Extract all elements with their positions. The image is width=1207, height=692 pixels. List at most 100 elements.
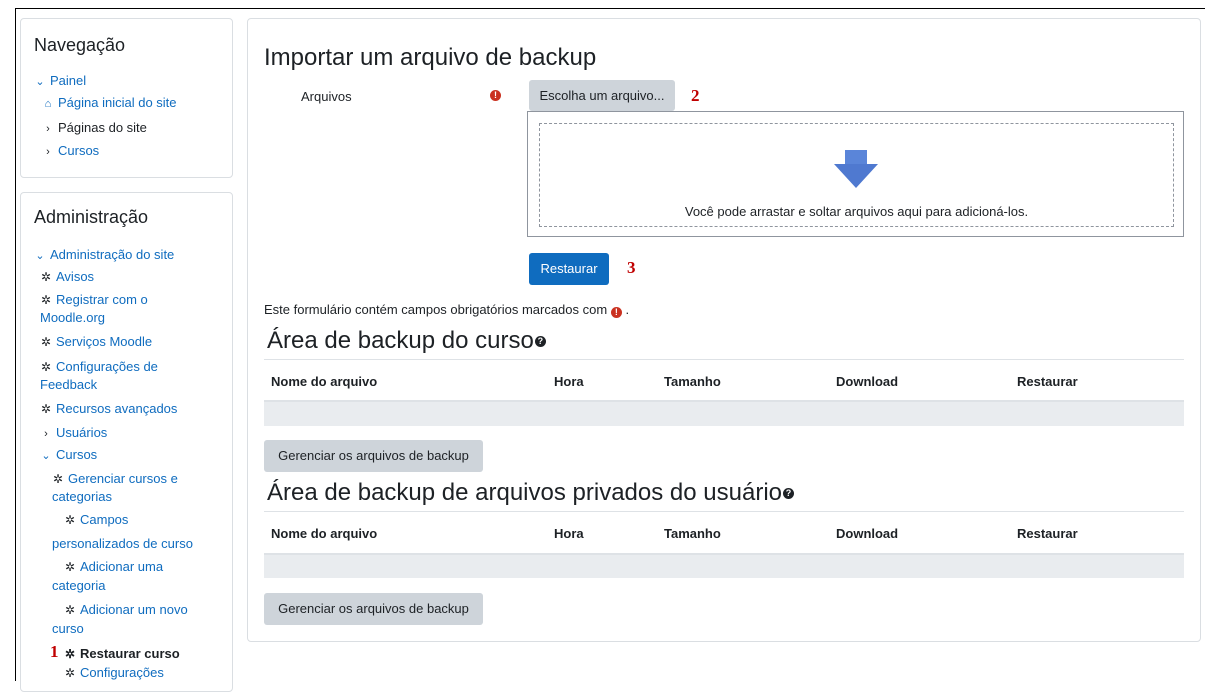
admin-item-label: Registrar com o	[56, 292, 148, 307]
chevron-right-icon: ›	[46, 146, 50, 158]
admin-item-label: Avisos	[56, 269, 95, 284]
admin-item-label: Serviços Moodle	[56, 334, 153, 349]
chevron-down-icon: ⌄	[35, 250, 45, 262]
admin-cursos[interactable]: ⌄ Cursos	[40, 446, 97, 465]
required-icon: !	[610, 307, 622, 318]
admin-item-label: Configurações	[80, 665, 164, 680]
gear-icon: ✲	[64, 666, 76, 680]
column-header-size: Tamanho	[664, 526, 721, 541]
column-header-size: Tamanho	[664, 374, 721, 389]
column-header-restore: Restaurar	[1017, 374, 1078, 389]
admin-item-label: Campos	[80, 512, 129, 527]
admin-adicionar-curso-line2[interactable]: curso	[52, 620, 84, 637]
admin-item-label: Administração do site	[50, 247, 175, 262]
help-icon[interactable]: ?	[783, 488, 794, 500]
column-header-time: Hora	[554, 374, 584, 389]
admin-campos-line2[interactable]: personalizados de curso	[52, 535, 193, 552]
admin-gerenciar[interactable]: ✲ Gerenciar cursos e	[52, 470, 178, 488]
required-icon: !	[490, 90, 501, 101]
table-top-border	[264, 511, 1184, 512]
annotation-number-2: 2	[691, 86, 700, 105]
home-icon: ⌂	[44, 98, 52, 110]
admin-registrar[interactable]: ✲ Registrar com o	[40, 291, 148, 309]
admin-item-label: Configurações de	[56, 359, 158, 374]
admin-restaurar-curso[interactable]: ✲ Restaurar curso	[64, 645, 180, 663]
manage-course-backup-button[interactable]: Gerenciar os arquivos de backup	[264, 440, 483, 472]
help-icon[interactable]: ?	[534, 336, 546, 348]
column-header-download: Download	[836, 526, 899, 541]
chevron-down-icon: ⌄	[35, 76, 45, 88]
admin-item-label: Usuários	[56, 425, 108, 440]
nav-item-home[interactable]: ⌂ Página inicial do site	[42, 94, 177, 113]
user-backup-title: Área de backup de arquivos privados do u…	[267, 479, 794, 507]
nav-item-label: Página inicial do site	[58, 95, 177, 110]
gear-icon: ✲	[40, 270, 52, 284]
required-note-end: .	[625, 302, 630, 317]
admin-adicionar-categoria[interactable]: ✲ Adicionar uma	[64, 558, 163, 576]
annotation-number-1: 1	[50, 642, 59, 661]
gear-icon: ✲	[40, 293, 52, 307]
chevron-right-icon: ›	[46, 123, 50, 135]
administration-title: Administração	[34, 207, 149, 227]
column-header-download: Download	[836, 374, 899, 389]
gear-icon: ✲	[40, 402, 52, 416]
admin-campos[interactable]: ✲ Campos	[64, 511, 128, 529]
admin-item-label: Cursos	[56, 447, 98, 462]
table-empty-row	[264, 555, 1184, 578]
admin-item-label: Gerenciar cursos e	[68, 471, 178, 486]
admin-item-label: Recursos avançados	[56, 401, 178, 416]
nav-item-label: Páginas do site	[58, 120, 147, 135]
gear-icon: ✲	[64, 603, 76, 617]
chevron-down-icon: ⌄	[41, 450, 51, 462]
gear-icon: ✲	[64, 513, 76, 527]
admin-avisos[interactable]: ✲ Avisos	[40, 268, 94, 286]
course-backup-title: Área de backup do curso?	[267, 327, 546, 355]
chevron-right-icon: ›	[44, 428, 48, 440]
nav-item-site-pages[interactable]: › Páginas do site	[42, 119, 147, 138]
column-header-filename: Nome do arquivo	[271, 374, 378, 389]
files-label: Arquivos	[301, 89, 352, 104]
admin-item-label: Adicionar um novo	[80, 602, 188, 617]
admin-config-feedback[interactable]: ✲ Configurações de	[40, 358, 158, 376]
arrow-shaft	[845, 150, 867, 166]
admin-registrar-line2[interactable]: Moodle.org	[40, 309, 105, 326]
cropped-caption	[0, 0, 1207, 8]
column-header-restore: Restaurar	[1017, 526, 1078, 541]
admin-item-label: Adicionar uma	[80, 559, 164, 574]
choose-file-button[interactable]: Escolha um arquivo...	[529, 80, 675, 111]
arrow-down-icon	[834, 150, 878, 188]
gear-icon: ✲	[64, 560, 76, 574]
manage-user-backup-button[interactable]: Gerenciar os arquivos de backup	[264, 593, 483, 625]
nav-item-label: Cursos	[58, 143, 100, 158]
admin-item-label: Restaurar curso	[80, 646, 180, 661]
nav-item-cursos[interactable]: › Cursos	[42, 142, 99, 161]
gear-icon: ✲	[40, 360, 52, 374]
annotation-number-3: 3	[627, 258, 636, 277]
dropzone-text: Você pode arrastar e soltar arquivos aqu…	[684, 204, 1029, 219]
import-title: Importar um arquivo de backup	[264, 44, 597, 71]
restore-button[interactable]: Restaurar	[529, 253, 609, 285]
course-backup-title-text: Área de backup do curso	[267, 327, 534, 354]
column-header-filename: Nome do arquivo	[271, 526, 378, 541]
required-note-text: Este formulário contém campos obrigatóri…	[264, 302, 608, 317]
navigation-title: Navegação	[34, 35, 126, 55]
nav-item-label: Painel	[50, 73, 87, 88]
admin-site-admin[interactable]: ⌄ Administração do site	[34, 246, 174, 265]
admin-configuracoes[interactable]: ✲ Configurações	[64, 664, 164, 682]
column-header-time: Hora	[554, 526, 584, 541]
admin-recursos[interactable]: ✲ Recursos avançados	[40, 400, 177, 418]
gear-icon: ✲	[40, 335, 52, 349]
admin-gerenciar-line2[interactable]: categorias	[52, 488, 112, 505]
user-backup-title-text: Área de backup de arquivos privados do u…	[267, 479, 782, 506]
nav-item-painel[interactable]: ⌄ Painel	[34, 72, 86, 91]
table-top-border	[264, 359, 1184, 360]
admin-servicos[interactable]: ✲ Serviços Moodle	[40, 333, 152, 351]
admin-adicionar-categoria-line2[interactable]: categoria	[52, 577, 105, 594]
gear-icon: ✲	[52, 472, 64, 486]
arrow-head	[834, 164, 878, 188]
table-empty-row	[264, 402, 1184, 426]
admin-adicionar-curso[interactable]: ✲ Adicionar um novo	[64, 601, 188, 619]
gear-icon: ✲	[64, 647, 76, 661]
admin-usuarios[interactable]: › Usuários	[40, 424, 107, 443]
admin-config-feedback-line2[interactable]: Feedback	[40, 376, 97, 393]
